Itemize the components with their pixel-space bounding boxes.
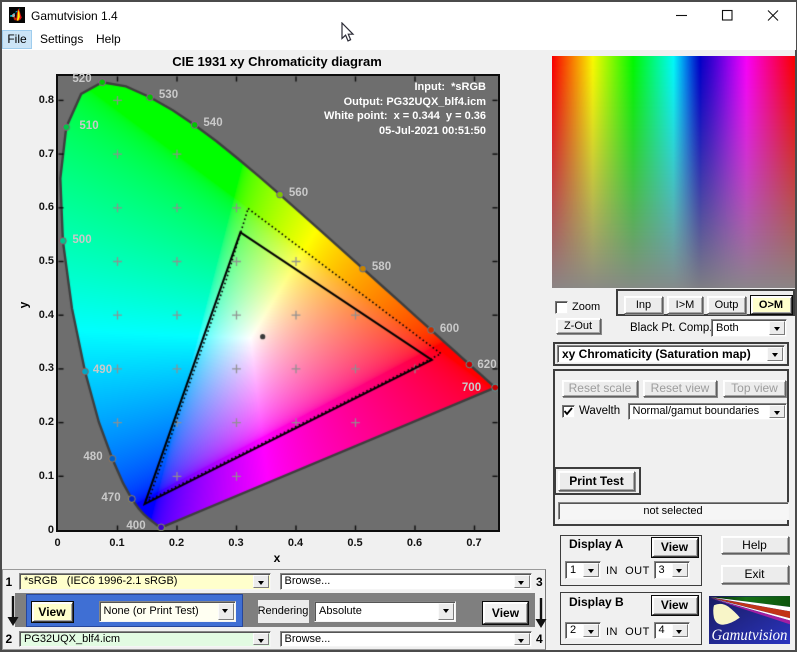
svg-text:Gamutvision: Gamutvision <box>711 627 787 644</box>
